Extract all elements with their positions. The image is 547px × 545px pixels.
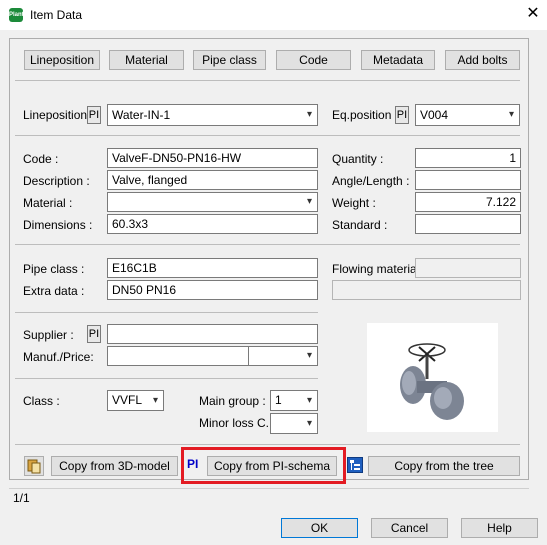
angle-length-label: Angle/Length : <box>332 174 410 188</box>
material-label: Material : <box>23 196 73 210</box>
manuf-price-label: Manuf./Price: <box>23 350 94 364</box>
chevron-down-icon: ▾ <box>306 109 312 120</box>
code-field[interactable]: ValveF-DN50-PN16-HW <box>107 148 318 168</box>
chevron-down-icon: ▾ <box>508 109 514 120</box>
tab-metadata[interactable]: Metadata <box>361 50 435 70</box>
ok-button[interactable]: OK <box>281 518 358 538</box>
valve-3d-icon <box>400 343 464 420</box>
divider <box>15 444 520 445</box>
tab-code[interactable]: Code <box>276 50 351 70</box>
main-group-value: 1 <box>275 393 282 407</box>
tab-pipe-class[interactable]: Pipe class <box>193 50 266 70</box>
pipe-class-field[interactable]: E16C1B <box>107 258 318 278</box>
chevron-down-icon: ▾ <box>306 350 312 361</box>
divider <box>15 135 520 136</box>
quantity-label: Quantity : <box>332 152 384 166</box>
extra-data-field[interactable]: DN50 PN16 <box>107 280 318 300</box>
material-select[interactable]: ▾ <box>107 192 318 212</box>
copy-icon[interactable] <box>24 456 44 476</box>
supplier-label: Supplier : <box>23 328 74 342</box>
dimensions-field[interactable]: 60.3x3 <box>107 214 318 234</box>
quantity-field[interactable]: 1 <box>415 148 521 168</box>
weight-field[interactable]: 7.122 <box>415 192 521 212</box>
standard-label: Standard : <box>332 218 388 232</box>
chevron-down-icon: ▾ <box>152 395 158 406</box>
close-icon[interactable]: ✕ <box>524 5 542 23</box>
copy-from-3d-model-button[interactable]: Copy from 3D-model <box>51 456 178 476</box>
status-bar <box>9 488 529 506</box>
tab-material[interactable]: Material <box>109 50 184 70</box>
valve-preview-image <box>367 323 498 432</box>
class-label: Class : <box>23 394 60 408</box>
lineposition-value: Water-IN-1 <box>112 108 171 122</box>
chevron-down-icon: ▾ <box>306 418 312 429</box>
manufacturer-field[interactable] <box>107 346 249 366</box>
dimensions-label: Dimensions : <box>23 218 93 232</box>
pi-link-icon[interactable]: PI <box>87 106 101 124</box>
flowing-material-field[interactable] <box>415 258 521 278</box>
lineposition-select[interactable]: Water-IN-1 ▾ <box>107 104 318 126</box>
highlight-frame <box>181 447 346 484</box>
eq-position-select[interactable]: V004 ▾ <box>415 104 520 126</box>
eq-position-label: Eq.position : <box>332 108 399 122</box>
extra-data-label: Extra data : <box>23 284 85 298</box>
lineposition-label: Lineposition : <box>23 108 94 122</box>
pipe-class-label: Pipe class : <box>23 262 85 276</box>
class-value: VVFL <box>112 393 143 407</box>
main-group-label: Main group : <box>199 394 266 408</box>
window-title: Item Data <box>30 8 83 22</box>
supplier-field[interactable] <box>107 324 318 344</box>
divider <box>15 312 318 313</box>
divider <box>15 244 520 245</box>
pi-link-icon[interactable]: PI <box>87 325 101 343</box>
divider <box>15 80 520 81</box>
tab-add-bolts[interactable]: Add bolts <box>445 50 520 70</box>
standard-field[interactable] <box>415 214 521 234</box>
class-select[interactable]: VVFL ▾ <box>107 390 164 411</box>
weight-label: Weight : <box>332 196 376 210</box>
minor-loss-label: Minor loss C. : <box>199 416 276 430</box>
price-select[interactable]: ▾ <box>248 346 318 366</box>
code-label: Code : <box>23 152 59 166</box>
tree-icon <box>347 457 363 473</box>
record-counter: 1/1 <box>13 491 30 505</box>
description-field[interactable]: Valve, flanged <box>107 170 318 190</box>
help-button[interactable]: Help <box>461 518 538 538</box>
cancel-button[interactable]: Cancel <box>371 518 448 538</box>
divider <box>15 378 318 379</box>
tab-lineposition[interactable]: Lineposition <box>24 50 100 70</box>
flowing-material-extra-field <box>332 280 521 300</box>
chevron-down-icon: ▾ <box>306 196 312 207</box>
title-bar <box>0 0 547 30</box>
chevron-down-icon: ▾ <box>306 395 312 406</box>
minor-loss-select[interactable]: ▾ <box>270 413 318 434</box>
description-label: Description : <box>23 174 90 188</box>
eq-position-value: V004 <box>420 108 449 122</box>
plant-app-icon: Plant <box>9 8 24 22</box>
angle-length-field[interactable] <box>415 170 521 190</box>
copy-from-tree-button[interactable]: Copy from the tree <box>368 456 520 476</box>
main-group-select[interactable]: 1 ▾ <box>270 390 318 411</box>
pi-link-icon[interactable]: PI <box>395 106 409 124</box>
flowing-material-label: Flowing material : <box>332 262 427 276</box>
